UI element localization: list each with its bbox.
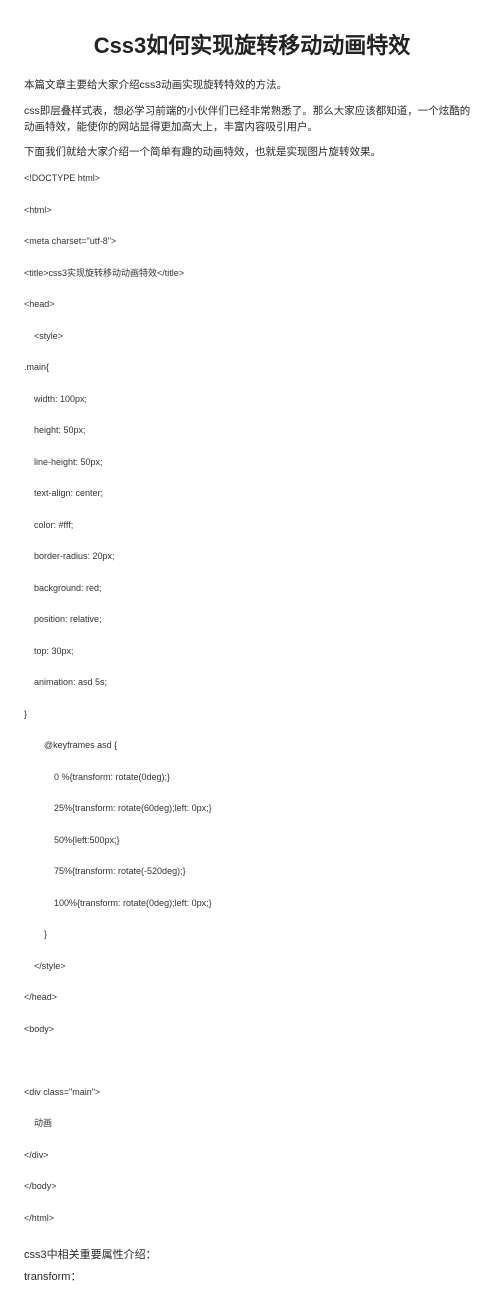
intro-paragraph-3: 下面我们就给大家介绍一个简单有趣的动画特效，也就是实现图片旋转效果。	[24, 145, 480, 161]
page-title: Css3如何实现旋转移动动画特效	[24, 28, 480, 60]
intro-paragraph-1: 本篇文章主要给大家介绍css3动画实现旋转特效的方法。	[24, 78, 480, 94]
code-sample: <!DOCTYPE html> <html> <meta charset="ut…	[24, 171, 480, 1226]
section-subtitle: css3中相关重要属性介绍：	[24, 1246, 480, 1262]
property-term: transform：	[24, 1268, 480, 1284]
intro-paragraph-2: css即层叠样式表，想必学习前端的小伙伴们已经非常熟悉了。那么大家应该都知道，一…	[24, 104, 480, 136]
